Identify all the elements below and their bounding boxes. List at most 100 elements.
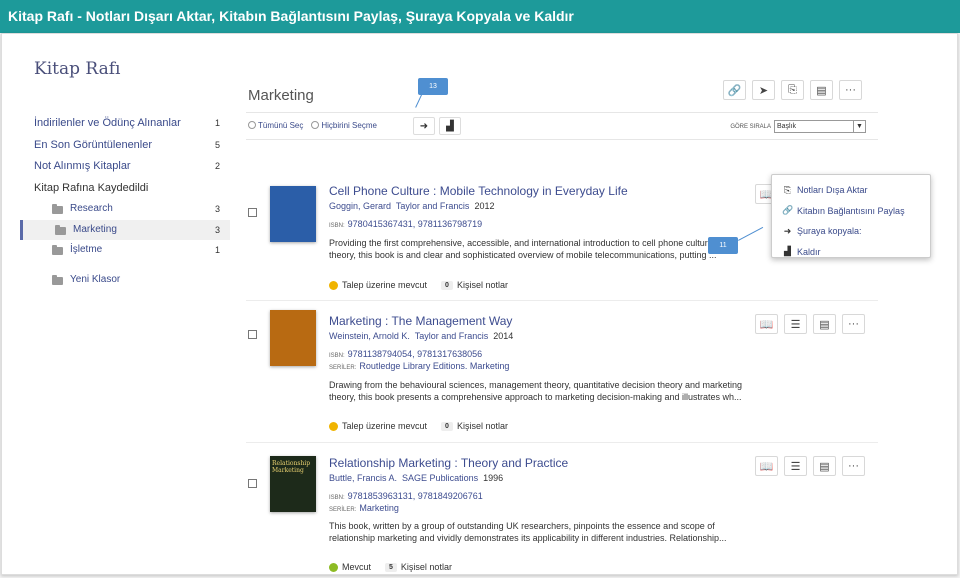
- copy-selected-button[interactable]: ➜: [413, 117, 435, 135]
- remove-icon: ▟: [446, 120, 454, 132]
- sidebar-item-label: İndirilenler ve Ödünç Alınanlar: [34, 117, 181, 129]
- book-series[interactable]: Marketing: [359, 503, 399, 513]
- more-button[interactable]: ···: [842, 456, 865, 476]
- main-frame: Kitap Rafı İndirilenler ve Ödünç Alınanl…: [1, 33, 958, 575]
- book-isbn: 9781853963131, 9781849206761: [347, 491, 483, 501]
- series-label: SERİLER:: [329, 507, 357, 513]
- notes-button[interactable]: ▤: [813, 314, 836, 334]
- book-cover[interactable]: Relationship Marketing: [270, 456, 316, 512]
- sidebar-item-annotated[interactable]: Not Alınmış Kitaplar 2: [20, 156, 230, 178]
- comment-icon: ▤: [819, 318, 830, 331]
- page-title: Marketing: [248, 87, 314, 104]
- book-isbn: 9781138794054, 9781317638056: [347, 349, 483, 359]
- export-icon: ⎘: [788, 83, 797, 96]
- menu-item-label: Kitabın Bağlantısını Paylaş: [797, 205, 905, 216]
- book-title[interactable]: Relationship Marketing : Theory and Prac…: [329, 456, 568, 470]
- new-folder-button[interactable]: Yeni Klasor: [20, 270, 230, 291]
- selection-toolbar: Tümünü Seç Hiçbirini Seçme ➜ ▟ GÖRE SIRA…: [246, 112, 878, 140]
- book-isbn-line: ISBN: 9780415367431, 9781136798719: [329, 219, 482, 229]
- menu-item-remove[interactable]: ▟ Kaldır: [772, 242, 930, 263]
- sort-label: GÖRE SIRALA: [730, 123, 771, 130]
- availability-icon: [329, 280, 338, 290]
- folder-icon: [52, 204, 63, 214]
- sort-select[interactable]: Başlık ▼: [774, 120, 866, 133]
- callout-13: 13: [418, 78, 448, 95]
- select-all-button[interactable]: Tümünü Seç: [248, 121, 303, 130]
- comment-icon: ▤: [816, 84, 827, 97]
- link-icon: 🔗: [782, 205, 794, 216]
- book-cover[interactable]: [270, 186, 316, 242]
- share-link-button[interactable]: 🔗: [723, 80, 746, 100]
- book-tools: 📖 ☰ ▤ ···: [755, 456, 865, 476]
- book-status-line: Talep üzerine mevcut 0 Kişisel notlar: [329, 280, 508, 290]
- book-author[interactable]: Goggin, Gerard: [329, 201, 391, 211]
- notes-button[interactable]: ▤: [813, 456, 836, 476]
- book-publisher[interactable]: Taylor and Francis: [415, 331, 489, 341]
- book-description: This book, written by a group of outstan…: [329, 521, 727, 543]
- list-icon: ☰: [790, 460, 801, 473]
- notes-count: 5: [385, 562, 397, 572]
- menu-item-label: Notları Dışa Aktar: [797, 185, 868, 196]
- book-author[interactable]: Buttle, Francis A.: [329, 473, 397, 483]
- isbn-label: ISBN:: [329, 353, 345, 359]
- book-author[interactable]: Weinstein, Arnold K.: [329, 331, 410, 341]
- notes-button[interactable]: ▤: [810, 80, 833, 100]
- sidebar-title: Kitap Rafı: [34, 59, 121, 79]
- folder-label: İşletme: [70, 244, 103, 255]
- notes-label[interactable]: Kişisel notlar: [457, 421, 508, 431]
- divider: [246, 442, 878, 443]
- menu-item-copy-to[interactable]: ➜ Şuraya kopyala:: [772, 221, 930, 242]
- copy-arrow-icon: ➜: [783, 225, 792, 236]
- book-isbn-line: ISBN: 9781853963131, 9781849206761: [329, 491, 483, 501]
- more-button[interactable]: ···: [842, 314, 865, 334]
- folder-research[interactable]: Research 3: [20, 199, 230, 220]
- details-button[interactable]: ☰: [784, 314, 807, 334]
- folder-marketing[interactable]: Marketing 3: [20, 219, 230, 240]
- notes-label[interactable]: Kişisel notlar: [457, 280, 508, 290]
- book-series-line: SERİLER: Marketing: [329, 503, 399, 513]
- select-none-button[interactable]: Hiçbirini Seçme: [311, 121, 377, 130]
- check-circle-icon: [248, 121, 256, 129]
- sidebar-item-label: Kitap Rafına Kaydedildi: [34, 181, 149, 194]
- book-title[interactable]: Cell Phone Culture : Mobile Technology i…: [329, 184, 628, 198]
- sidebar-item-saved[interactable]: Kitap Rafına Kaydedildi: [20, 178, 230, 200]
- remove-selected-button[interactable]: ▟: [439, 117, 461, 135]
- book-cover[interactable]: [270, 310, 316, 366]
- read-button[interactable]: 📖: [755, 456, 778, 476]
- details-button[interactable]: ☰: [784, 456, 807, 476]
- menu-item-export-notes[interactable]: ⎘ Notları Dışa Aktar: [772, 180, 930, 201]
- folder-tools: 🔗 ➤ ⎘ ▤ ···: [723, 80, 862, 100]
- book-checkbox[interactable]: [248, 208, 257, 217]
- send-button[interactable]: ➤: [752, 80, 775, 100]
- book-series[interactable]: Routledge Library Editions. Marketing: [359, 361, 509, 371]
- sidebar-item-label: En Son Görüntülenenler: [34, 138, 153, 151]
- folder-label: Marketing: [73, 223, 117, 235]
- sidebar-item-downloads[interactable]: İndirilenler ve Ödünç Alınanlar 1: [20, 113, 230, 135]
- more-button[interactable]: ···: [839, 80, 862, 100]
- folder-isletme[interactable]: İşletme 1: [20, 240, 230, 261]
- sidebar-item-recent[interactable]: En Son Görüntülenenler 5: [20, 135, 230, 157]
- book-icon: 📖: [759, 460, 774, 473]
- read-button[interactable]: 📖: [755, 314, 778, 334]
- menu-item-share-link[interactable]: 🔗 Kitabın Bağlantısını Paylaş: [772, 201, 930, 222]
- isbn-label: ISBN:: [329, 495, 345, 501]
- more-icon: ···: [848, 460, 859, 472]
- book-publisher[interactable]: SAGE Publications: [402, 473, 478, 483]
- book-title[interactable]: Marketing : The Management Way: [329, 314, 512, 328]
- book-checkbox[interactable]: [248, 479, 257, 488]
- folder-icon: [55, 224, 66, 235]
- notes-label[interactable]: Kişisel notlar: [401, 562, 452, 572]
- book-status: Talep üzerine mevcut: [342, 280, 428, 290]
- book-icon: 📖: [759, 318, 774, 331]
- folder-label: Research: [70, 203, 113, 214]
- cover-title: Relationship Marketing: [272, 460, 311, 474]
- export-button[interactable]: ⎘: [781, 80, 804, 100]
- divider: [246, 300, 878, 301]
- window-title: Kitap Rafı - Notları Dışarı Aktar, Kitab…: [8, 8, 574, 24]
- book-status: Talep üzerine mevcut: [342, 421, 428, 431]
- book-description: Drawing from the behavioural sciences, m…: [329, 380, 743, 402]
- book-status-line: Mevcut 5 Kişisel notlar: [329, 562, 452, 572]
- book-publisher[interactable]: Taylor and Francis: [396, 201, 470, 211]
- export-icon: ⎘: [783, 184, 792, 195]
- book-checkbox[interactable]: [248, 330, 257, 339]
